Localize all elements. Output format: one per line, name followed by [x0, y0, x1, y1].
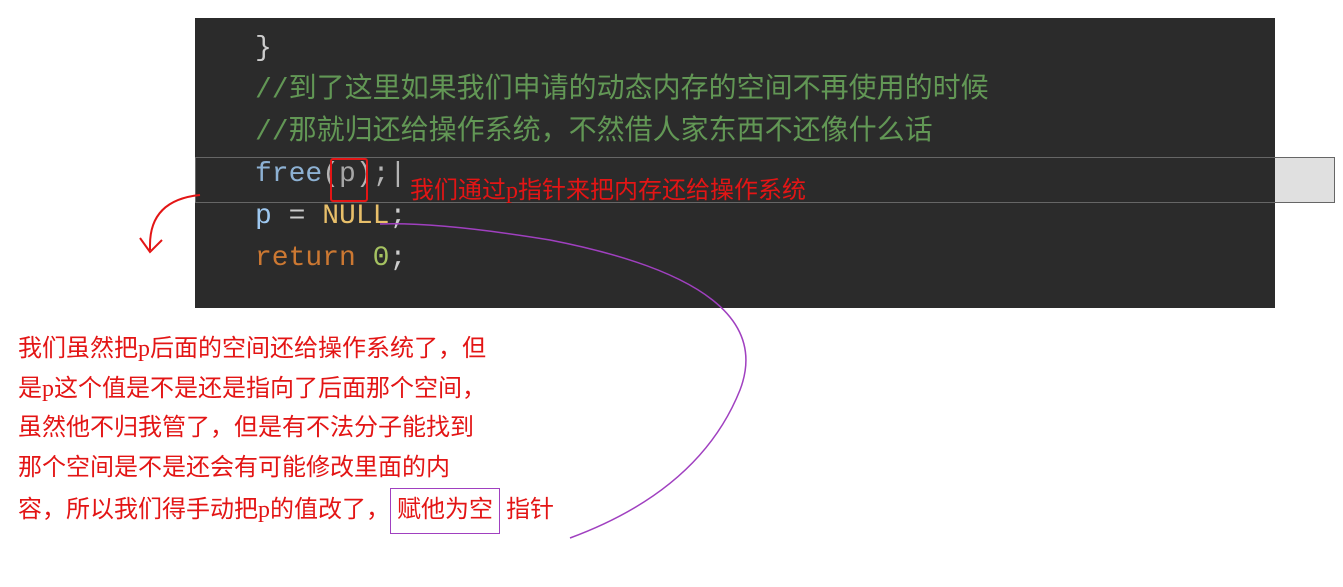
- annotation-highlight-box: 赋他为空: [390, 488, 500, 534]
- code-line-comment2: //那就归还给操作系统，不然借人家东西不还像什么话: [255, 112, 1215, 154]
- code-editor[interactable]: } //到了这里如果我们申请的动态内存的空间不再使用的时候 //那就归还给操作系…: [195, 18, 1275, 308]
- annotation-line-4: 那个空间是不是还会有可能修改里面的内: [18, 449, 554, 489]
- inline-annotation: 我们通过p指针来把内存还给操作系统: [410, 170, 806, 205]
- annotation-line-2: 是p这个值是不是还是指向了后面那个空间，: [18, 370, 554, 410]
- annotation-block: 我们虽然把p后面的空间还给操作系统了，但 是p这个值是不是还是指向了后面那个空间…: [18, 330, 554, 534]
- code-line-comment1: //到了这里如果我们申请的动态内存的空间不再使用的时候: [255, 70, 1215, 112]
- code-line-brace: }: [255, 28, 1215, 70]
- annotation-line-3: 虽然他不归我管了，但是有不法分子能找到: [18, 409, 554, 449]
- annotation-line-5: 容，所以我们得手动把p的值改了，赋他为空 指针: [18, 488, 554, 534]
- annotation-line-1: 我们虽然把p后面的空间还给操作系统了，但: [18, 330, 554, 370]
- code-line-return: return 0;: [255, 238, 1215, 280]
